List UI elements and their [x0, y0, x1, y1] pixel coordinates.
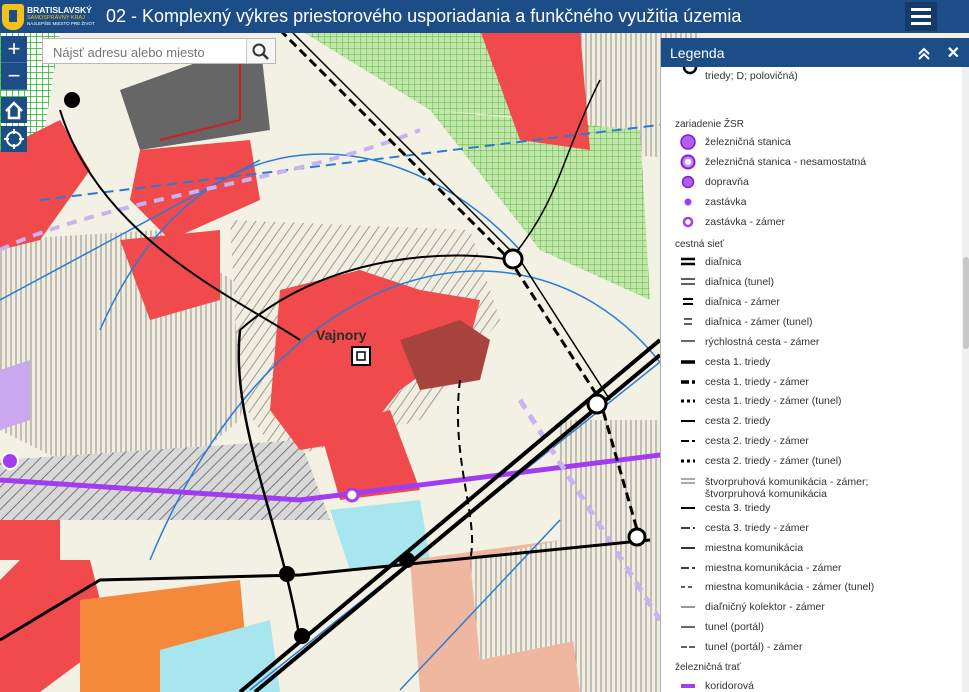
legend-item: cesta 1. triedy [705, 356, 771, 368]
legend-symbol [680, 154, 696, 170]
legend-item: diaľničný kolektor - zámer [705, 601, 825, 613]
legend-symbol [681, 626, 695, 628]
legend-section-heading: zariadenie ŽSR [675, 119, 744, 130]
legend-title: Legenda [670, 44, 725, 61]
legend-item: štvorpruhová komunikácia - zámer; štvorpr… [705, 476, 869, 500]
legend-item: železničná stanica - nesamostatná [705, 156, 867, 168]
legend-item: cesta 1. triedy - zámer (tunel) [705, 395, 842, 407]
legend-section-heading: cestná sieť [675, 239, 724, 250]
crest-icon [2, 3, 24, 30]
legend-symbol [682, 216, 694, 228]
legend-symbol [680, 134, 696, 150]
place-label-vajnory: Vajnory [316, 327, 367, 343]
legend-item: cesta 2. triedy [705, 415, 771, 427]
app-header: BRATISLAVSKÝ SAMOSPRÁVNY KRAJ NAJLEPŠIE … [0, 0, 969, 33]
legend-symbol [681, 586, 695, 588]
legend-symbol [683, 298, 693, 305]
search-icon [252, 43, 269, 60]
legend-item: diaľnica [705, 256, 742, 268]
legend-symbol [681, 547, 695, 549]
legend-symbol [681, 646, 695, 648]
legend-item: zastávka - zámer [705, 216, 785, 228]
legend-symbol [681, 360, 695, 364]
legend-symbol [684, 198, 692, 206]
legend-item: miestna komunikácia - zámer [705, 562, 842, 574]
legend-item: dopravňa [705, 176, 749, 188]
legend-symbol [681, 567, 695, 569]
legend-item: cesta 1. triedy - zámer [705, 376, 809, 388]
legend-item: diaľnica (tunel) [705, 276, 775, 288]
legend-item: zastávka [705, 196, 747, 208]
legend-item: cesta 2. triedy - zámer [705, 435, 809, 447]
bsk-logo: BRATISLAVSKÝ SAMOSPRÁVNY KRAJ NAJLEPŠIE … [2, 1, 98, 32]
legend-symbol [681, 684, 695, 688]
legend-scrollbar[interactable] [962, 67, 969, 692]
collapse-icon[interactable] [916, 45, 932, 61]
legend-section-heading: železničná trať [675, 662, 741, 673]
legend-symbol [681, 278, 695, 285]
legend-symbol [681, 459, 695, 463]
legend-item: cesta 3. triedy - zámer [705, 522, 809, 534]
legend-item: koridorová [705, 680, 755, 692]
legend-item: cesta 3. triedy [705, 502, 771, 514]
search-button[interactable] [246, 39, 275, 63]
legend-item: miestna komunikácia - zámer (tunel) [705, 581, 875, 593]
home-button[interactable] [1, 97, 27, 123]
legend-item: diaľnica - zámer (tunel) [705, 316, 813, 328]
legend-item: cesta 2. triedy - zámer (tunel) [705, 455, 842, 467]
legend-symbol [681, 175, 695, 189]
zoom-out-button[interactable]: − [1, 63, 27, 90]
legend-item: rýchlostná cesta - zámer [705, 336, 820, 348]
legend-symbol [681, 399, 695, 403]
legend-item: železničná stanica [705, 136, 791, 148]
logo-line3: NAJLEPŠIE MIESTO PRE ŽIVOT [27, 21, 95, 27]
scroll-thumb[interactable] [963, 257, 969, 349]
legend-symbol [681, 340, 695, 342]
legend-item: miestna komunikácia [705, 542, 804, 554]
legend-symbol [681, 420, 695, 422]
search-box [42, 38, 276, 64]
page-title: 02 - Komplexný výkres priestorového uspo… [106, 6, 742, 26]
zoom-control: + − [1, 36, 27, 90]
legend-symbol [681, 606, 695, 608]
legend-header: Legenda ✕ [661, 38, 969, 67]
close-icon[interactable]: ✕ [947, 43, 960, 63]
legend-item: tunel (portál) - zámer [705, 641, 803, 653]
zoom-in-button[interactable]: + [1, 36, 27, 63]
layer-list-button[interactable] [905, 2, 937, 31]
legend-symbol [684, 318, 692, 325]
legend-symbol [681, 440, 695, 442]
legend-body: triedy; D; polovičná) zariadenie ŽSR žele… [661, 67, 969, 692]
legend-item: diaľnica - zámer [705, 296, 780, 308]
legend-panel: Legenda ✕ triedy; D; polovičná) zariaden… [660, 38, 969, 692]
search-input[interactable] [51, 40, 251, 64]
locate-icon [4, 129, 24, 149]
home-icon [5, 101, 23, 120]
logo-line1: BRATISLAVSKÝ [27, 5, 92, 16]
legend-symbol [681, 478, 695, 484]
legend-symbol [681, 257, 695, 266]
locate-button[interactable] [1, 126, 27, 152]
legend-item: tunel (portál) [705, 621, 764, 633]
legend-symbol [681, 380, 695, 384]
legend-symbol [681, 507, 695, 509]
legend-symbol [681, 527, 695, 529]
legend-item-cut: triedy; D; polovičná) [705, 70, 798, 82]
